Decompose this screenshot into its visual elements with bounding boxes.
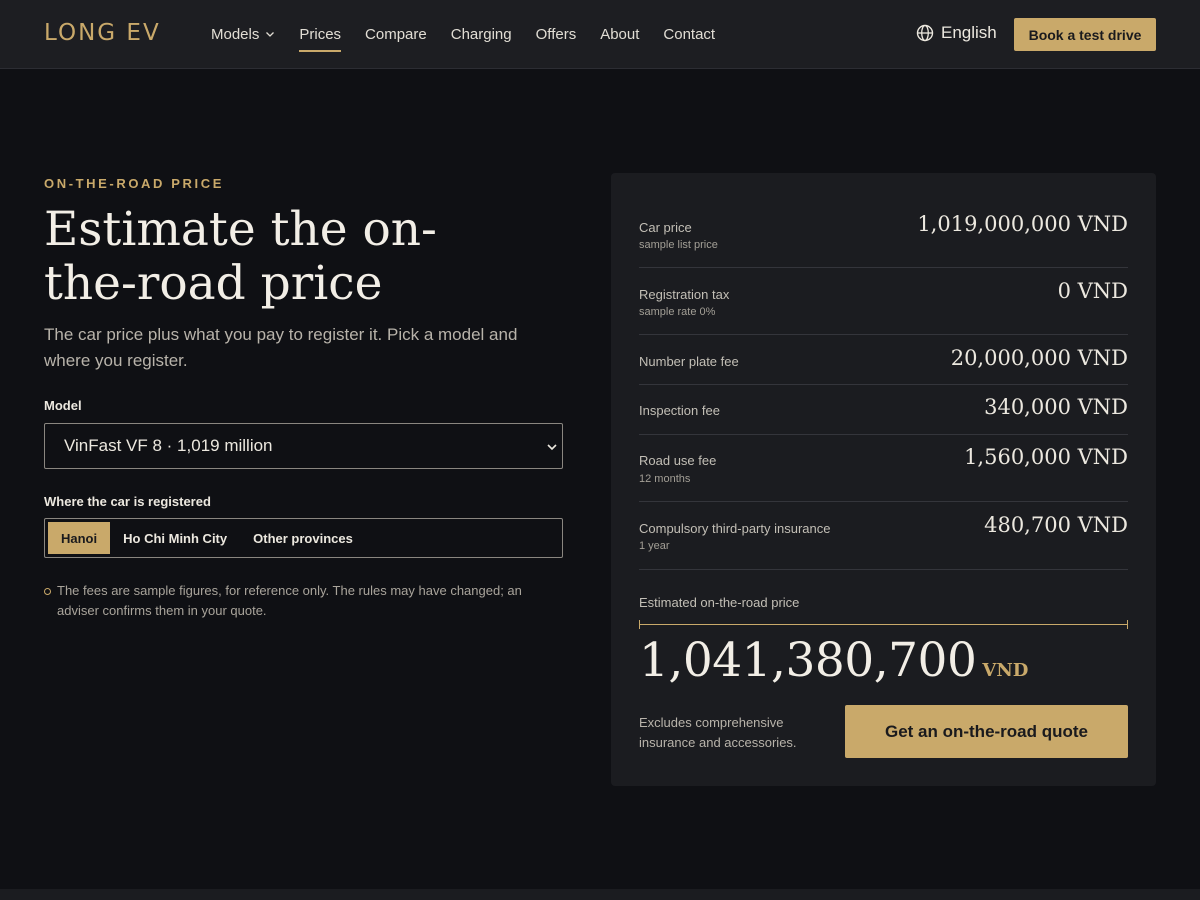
nav-link-contact[interactable]: Contact: [663, 24, 715, 44]
book-test-drive-button[interactable]: Book a test drive: [1014, 18, 1156, 51]
page-lede: The car price plus what you pay to regis…: [44, 325, 518, 370]
page-title: Estimate the on- the-road price: [44, 203, 564, 311]
breakdown-row-registration-tax: Registration tax sample rate 0% 0 VND: [639, 268, 1128, 335]
nav-link-label: Models: [211, 25, 260, 43]
row-value: 480,700 VND: [984, 513, 1128, 537]
breakdown-row-car-price: Car price sample list price 1,019,000,00…: [639, 211, 1128, 268]
row-label: Inspection fee: [639, 403, 720, 418]
model-select-value: VinFast VF 8 · 1,019 million: [64, 436, 273, 455]
row-value: 0 VND: [1057, 279, 1128, 303]
chevron-down-icon: [266, 32, 275, 37]
model-select[interactable]: VinFast VF 8 · 1,019 million: [44, 423, 563, 469]
region-option-other[interactable]: Other provinces: [240, 522, 366, 554]
total-divider: [639, 620, 1128, 629]
row-value: 1,560,000 VND: [964, 445, 1128, 469]
region-segmented-control: Hanoi Ho Chi Minh City Other provinces: [44, 518, 563, 558]
row-sublabel: sample rate 0%: [639, 306, 716, 318]
nav-link-prices[interactable]: Prices: [299, 24, 341, 52]
top-nav: LONG EV Models Prices Compare Charging O…: [0, 0, 1200, 69]
row-sublabel: 12 months: [639, 473, 691, 485]
row-label: Car price: [639, 220, 692, 235]
total-price: 1,041,380,700 VND: [639, 633, 1028, 688]
row-sublabel: sample list price: [639, 239, 718, 251]
nav-link-compare[interactable]: Compare: [365, 24, 427, 44]
region-option-hcmc[interactable]: Ho Chi Minh City: [110, 522, 240, 554]
total-currency: VND: [982, 660, 1029, 681]
total-label: Estimated on-the-road price: [639, 595, 800, 610]
nav-links: Models Prices Compare Charging Offers Ab…: [211, 24, 739, 52]
row-value: 20,000,000 VND: [950, 346, 1128, 370]
row-sublabel: 1 year: [639, 540, 670, 552]
bullet-ring-icon: [44, 588, 51, 595]
globe-icon: [916, 24, 934, 42]
breakdown-row-insurance: Compulsory third-party insurance 1 year …: [639, 502, 1128, 570]
language-label: English: [941, 23, 997, 42]
section-eyebrow: ON-THE-ROAD PRICE: [44, 176, 224, 191]
get-quote-button[interactable]: Get an on-the-road quote: [845, 705, 1128, 758]
breakdown-row-plate-fee: Number plate fee 20,000,000 VND: [639, 335, 1128, 385]
brand-logo[interactable]: LONG EV: [44, 20, 161, 46]
nav-link-about[interactable]: About: [600, 24, 639, 44]
row-label: Registration tax: [639, 287, 730, 302]
row-value: 340,000 VND: [984, 395, 1128, 419]
disclaimer-note: The fees are sample figures, for referen…: [44, 581, 564, 621]
region-label: Where the car is registered: [44, 494, 211, 509]
language-selector[interactable]: English: [916, 23, 997, 43]
row-label: Compulsory third-party insurance: [639, 521, 831, 536]
row-label: Road use fee: [639, 453, 717, 468]
breakdown-row-inspection-fee: Inspection fee 340,000 VND: [639, 385, 1128, 435]
nav-link-models[interactable]: Models: [211, 24, 275, 44]
breakdown-row-road-use-fee: Road use fee 12 months 1,560,000 VND: [639, 435, 1128, 502]
disclaimer-text: The fees are sample figures, for referen…: [57, 583, 522, 618]
price-breakdown-card: Car price sample list price 1,019,000,00…: [611, 173, 1156, 786]
region-option-hanoi[interactable]: Hanoi: [48, 522, 111, 554]
model-label: Model: [44, 398, 82, 413]
row-label: Number plate fee: [639, 354, 739, 369]
page-title-line-2: the-road price: [44, 256, 383, 311]
footer-edge: [0, 889, 1200, 900]
total-amount: 1,041,380,700: [639, 633, 977, 688]
exclusion-note: Excludes comprehensive insurance and acc…: [639, 715, 797, 750]
chevron-down-icon: [547, 444, 557, 451]
nav-link-offers[interactable]: Offers: [536, 24, 577, 44]
nav-link-charging[interactable]: Charging: [451, 24, 512, 44]
page-title-line-1: Estimate the on-: [44, 202, 437, 257]
row-value: 1,019,000,000 VND: [917, 212, 1128, 236]
